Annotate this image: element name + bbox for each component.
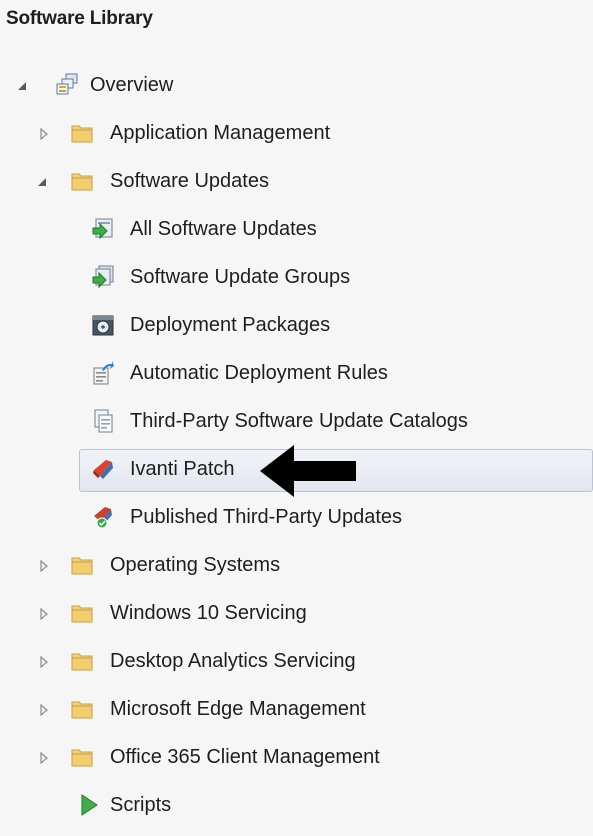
tree-item-label: Published Third-Party Updates (130, 506, 402, 528)
folder-icon (71, 605, 93, 623)
tree-item-label: Office 365 Client Management (110, 746, 380, 768)
tree-item-software-updates[interactable]: Software Updates (0, 164, 593, 200)
collapsed-arrow-icon[interactable] (38, 656, 50, 668)
tree-item-windows-10-servicing[interactable]: Windows 10 Servicing (0, 596, 593, 632)
folder-icon (71, 125, 93, 143)
folder-icon (71, 701, 93, 719)
folder-icon (71, 653, 93, 671)
tree-item-microsoft-edge-management[interactable]: Microsoft Edge Management (0, 692, 593, 728)
overview-icon (56, 73, 78, 95)
tree-item-operating-systems[interactable]: Operating Systems (0, 548, 593, 584)
expanded-arrow-icon[interactable] (16, 80, 28, 92)
tree-item-label: Windows 10 Servicing (110, 602, 307, 624)
tree-item-label: Software Update Groups (130, 266, 351, 288)
collapsed-arrow-icon[interactable] (38, 752, 50, 764)
tree-item-third-party-catalogs[interactable]: Third-Party Software Update Catalogs (0, 404, 593, 440)
software-updates-icon (92, 218, 113, 240)
collapsed-arrow-icon[interactable] (38, 560, 50, 572)
tree-item-label: Third-Party Software Update Catalogs (130, 410, 468, 432)
ivanti-patch-icon (93, 460, 113, 479)
tree-item-label: All Software Updates (130, 218, 317, 240)
tree-item-published-third-party-updates[interactable]: Published Third-Party Updates (0, 500, 593, 536)
scripts-play-icon (81, 794, 98, 816)
tree-item-label: Application Management (110, 122, 331, 144)
tree-item-software-update-groups[interactable]: Software Update Groups (0, 260, 593, 296)
tree-item-desktop-analytics-servicing[interactable]: Desktop Analytics Servicing (0, 644, 593, 680)
annotation-arrow-icon (260, 445, 356, 497)
update-groups-icon (92, 265, 114, 289)
tree-item-label: Overview (90, 74, 174, 96)
folder-icon (71, 557, 93, 575)
collapsed-arrow-icon[interactable] (38, 128, 50, 140)
deployment-rules-icon (93, 361, 114, 385)
collapsed-arrow-icon[interactable] (38, 608, 50, 620)
expanded-arrow-icon[interactable] (36, 176, 48, 188)
tree-item-office-365-client-management[interactable]: Office 365 Client Management (0, 740, 593, 776)
tree-item-label: Deployment Packages (130, 314, 331, 336)
folder-icon (71, 749, 93, 767)
tree-item-label: Ivanti Patch (130, 458, 235, 480)
package-icon (92, 315, 114, 336)
tree-item-label: Desktop Analytics Servicing (110, 650, 356, 672)
tree-item-label: Scripts (110, 794, 172, 816)
tree-item-label: Operating Systems (110, 554, 281, 576)
folder-icon (71, 173, 93, 191)
tree-item-label: Software Updates (110, 170, 269, 192)
tree-item-label: Automatic Deployment Rules (130, 362, 388, 384)
tree-item-application-management[interactable]: Application Management (0, 116, 593, 152)
collapsed-arrow-icon[interactable] (38, 704, 50, 716)
tree-item-scripts[interactable]: Scripts (0, 788, 593, 824)
panel-title: Software Library (6, 8, 153, 29)
published-updates-icon (94, 507, 112, 529)
tree-item-label: Microsoft Edge Management (110, 698, 366, 720)
catalog-icon (94, 409, 113, 433)
software-library-panel: Software Library Overview Application Ma… (0, 0, 593, 836)
tree-item-all-software-updates[interactable]: All Software Updates (0, 212, 593, 248)
tree-item-deployment-packages[interactable]: Deployment Packages (0, 308, 593, 344)
tree-item-overview[interactable]: Overview (0, 68, 593, 104)
tree-item-automatic-deployment-rules[interactable]: Automatic Deployment Rules (0, 356, 593, 392)
